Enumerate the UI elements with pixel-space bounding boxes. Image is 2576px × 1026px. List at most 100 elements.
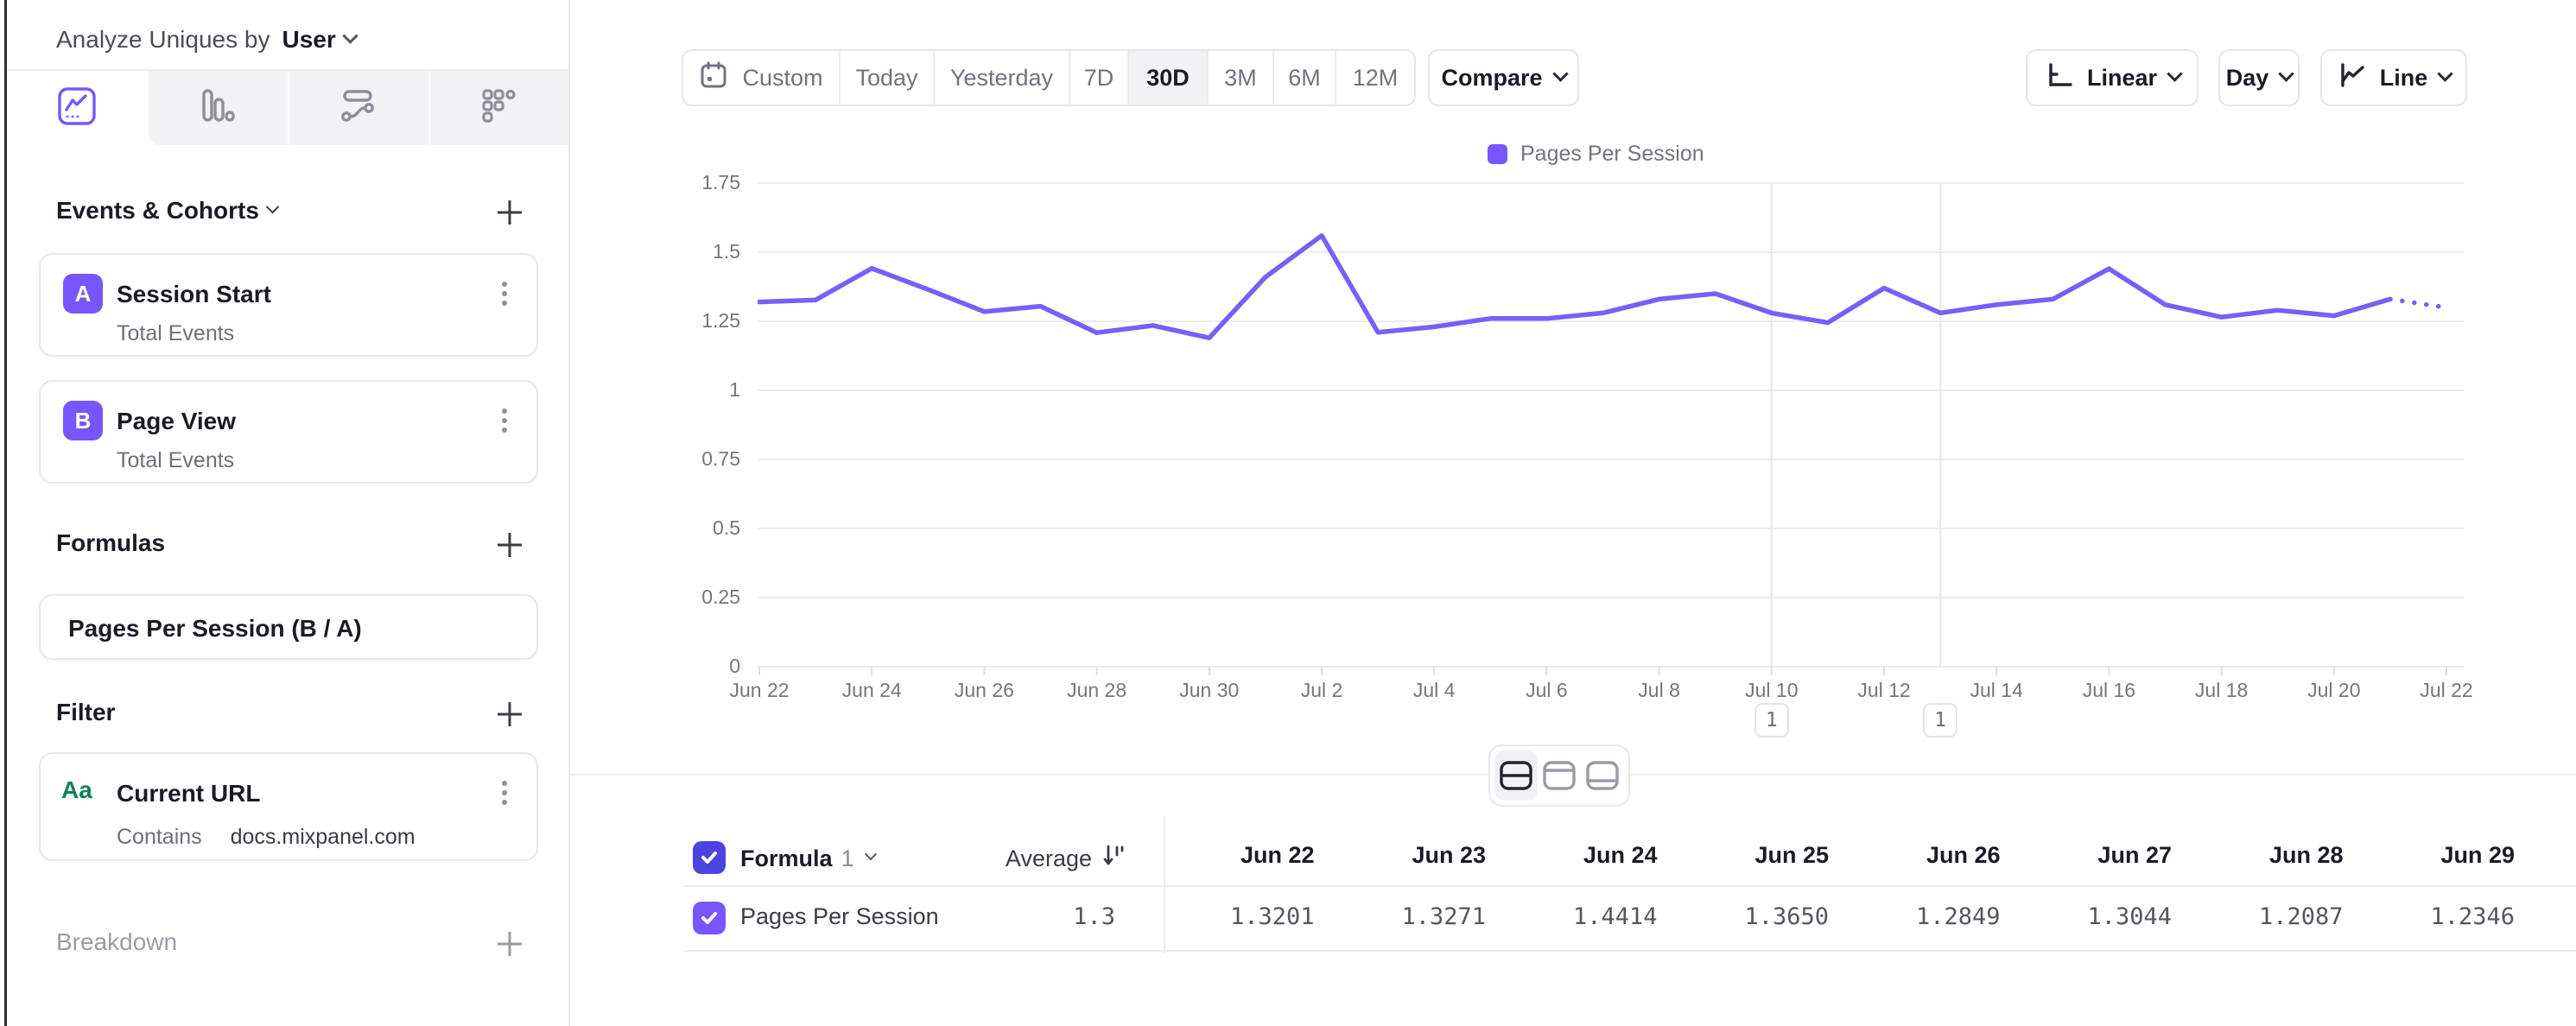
y-tick-label: 0.75 [654,447,740,471]
range-today-label: Today [855,65,917,92]
layout-table-only-button[interactable] [1581,750,1624,801]
kebab-menu-icon[interactable] [502,418,507,423]
funnels-bars-icon [198,86,238,130]
range-today[interactable]: Today [841,51,935,104]
x-tick-label: Jun 26 [923,679,1044,702]
x-tick-label: Jun 30 [1149,679,1270,702]
event-card-page-view[interactable]: B Page View Total Events [39,380,538,484]
range-3m-label: 3M [1224,65,1257,92]
date-range-selector: Custom Today Yesterday 7D 30D 3M 6M 12M [682,49,1416,106]
range-custom[interactable]: Custom [683,51,841,104]
layout-toggle-group [1488,744,1630,807]
filter-condition[interactable]: Contains docs.mixpanel.com [117,825,416,850]
y-tick-label: 1.5 [654,240,740,263]
table-value-cell: 1.3201 [1143,903,1315,930]
event-aggregation[interactable]: Total Events [117,321,234,346]
analyze-uniques-label: Analyze Uniques by [56,26,270,54]
average-column-header[interactable]: Average [872,842,1125,875]
chevron-down-icon[interactable] [342,28,358,43]
range-30d-label: 30D [1146,65,1190,92]
chart-type-button[interactable]: Line [2320,49,2467,106]
range-30d[interactable]: 30D [1129,51,1209,104]
table-value-cell: 1.3271 [1315,903,1487,930]
uniques-entity-dropdown[interactable]: User [282,26,335,54]
query-builder-sidebar: Analyze Uniques by User [7,0,568,1026]
range-7d-label: 7D [1084,65,1114,92]
analyze-uniques-header: Analyze Uniques by User [56,21,356,59]
filter-operator[interactable]: Contains [117,825,202,849]
tab-retention[interactable] [428,71,569,145]
table-date-header: Jun 29 [2344,842,2516,869]
compare-button[interactable]: Compare [1428,49,1579,106]
add-filter-button[interactable] [494,699,525,730]
chart-type-label: Line [2380,65,2428,92]
table-date-header: Jun 25 [1658,842,1830,869]
annotation-badge[interactable]: 1 [1923,703,1957,738]
average-header-label: Average [1006,846,1092,872]
event-letter-badge: B [63,401,103,440]
tab-flows[interactable] [288,71,428,145]
string-property-icon: Aa [61,776,92,804]
sort-icon [1102,843,1125,875]
tab-insights[interactable] [7,71,148,145]
x-tick-label: Jul 16 [2048,679,2169,702]
table-row-name[interactable]: Pages Per Session [740,903,939,930]
x-tick-label: Jul 20 [2274,679,2395,702]
range-yesterday[interactable]: Yesterday [935,51,1070,104]
table-date-header: Jun 27 [2001,842,2173,869]
y-tick-label: 0.25 [654,586,740,609]
table-date-header: Jun 22 [1143,842,1315,869]
filter-section-title: Filter [56,699,115,726]
y-tick-label: 1.75 [654,171,740,194]
chart-legend[interactable]: Pages Per Session [1488,142,1704,167]
chevron-down-icon [2167,66,2182,81]
add-formula-button[interactable] [494,529,525,560]
x-tick-label: Jul 10 [1711,679,1832,702]
filter-card-current-url[interactable]: Aa Current URL Contains docs.mixpanel.co… [39,752,538,861]
tab-funnels[interactable] [148,71,289,145]
range-yesterday-label: Yesterday [950,65,1053,92]
scale-label: Linear [2087,65,2157,92]
layout-split-button[interactable] [1494,750,1538,801]
y-tick-label: 0 [654,655,740,678]
event-card-session-start[interactable]: A Session Start Total Events [39,253,538,357]
flows-icon [338,86,378,130]
layout-chart-only-button[interactable] [1538,750,1581,801]
formula-column-header[interactable]: Formula 1 [740,842,875,875]
kebab-menu-icon[interactable] [502,790,507,795]
x-tick-label: Jul 4 [1374,679,1494,702]
event-title[interactable]: Session Start [117,281,271,308]
formula-card[interactable]: Pages Per Session (B / A) [39,594,538,660]
event-aggregation[interactable]: Total Events [117,448,234,473]
range-12m[interactable]: 12M [1336,51,1414,104]
chevron-down-icon [2279,66,2294,81]
interval-selector-button[interactable]: Day [2218,49,2300,106]
range-6m[interactable]: 6M [1274,51,1336,104]
range-7d[interactable]: 7D [1070,51,1129,104]
line-chart[interactable] [758,164,2468,682]
kebab-menu-icon[interactable] [502,291,507,296]
row-checkbox[interactable] [693,902,726,934]
chart-canvas[interactable] [758,164,2468,682]
scale-selector-button[interactable]: Linear [2026,49,2198,106]
formulas-section-header: Formulas [56,529,165,557]
annotation-badge[interactable]: 1 [1754,703,1789,738]
x-tick-label: Jul 18 [2161,679,2282,702]
add-event-button[interactable] [494,197,525,228]
event-title[interactable]: Page View [117,408,236,435]
range-12m-label: 12M [1353,65,1399,92]
table-value-cell: 1.2087 [2172,903,2344,930]
table-value-cell: 1.2849 [1829,903,2001,930]
table-date-header: Jun 26 [1829,842,2001,869]
filter-property[interactable]: Current URL [117,780,260,808]
filter-value[interactable]: docs.mixpanel.com [231,825,416,849]
y-tick-label: 1.25 [654,309,740,332]
range-3m[interactable]: 3M [1209,51,1274,104]
chevron-down-icon[interactable] [266,200,280,213]
select-all-checkbox[interactable] [693,841,726,874]
table-date-header: Jun 28 [2172,842,2344,869]
add-breakdown-button[interactable] [494,928,525,960]
line-chart-icon [2337,60,2380,97]
table-value-cell: 1.4414 [1486,903,1658,930]
formula-expression[interactable]: Pages Per Session (B / A) [68,615,362,643]
